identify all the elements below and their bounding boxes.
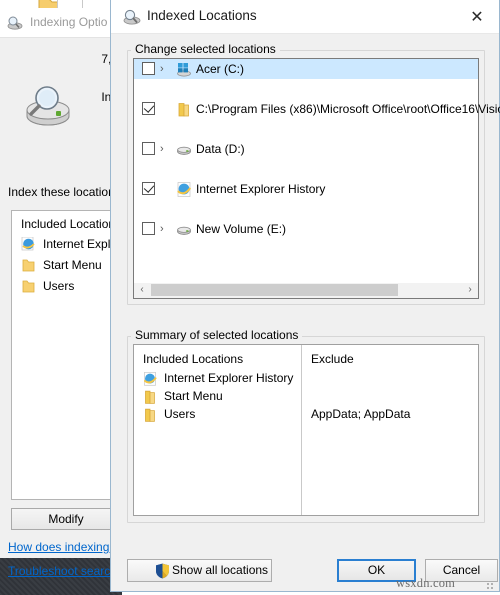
tree-item-checkbox[interactable]: [142, 142, 155, 155]
tree-item-data-d[interactable]: › Data (D:): [134, 139, 478, 159]
tree-item-checkbox[interactable]: [142, 102, 155, 115]
folder-icon: [178, 103, 189, 117]
indexing-options-icon: [123, 9, 141, 25]
folder-icon: [22, 280, 35, 293]
resize-grip-icon: [487, 583, 495, 591]
folder-icon: [145, 390, 155, 404]
summary-location-label: Start Menu: [164, 389, 223, 403]
list-item-label: Start Menu: [43, 258, 102, 272]
folder-icon: [145, 408, 155, 422]
summary-included-header: Included Locations: [143, 352, 244, 366]
internet-explorer-icon: [21, 237, 35, 251]
chevron-right-icon[interactable]: ›: [160, 63, 170, 75]
scroll-right-arrow-icon[interactable]: ›: [462, 283, 478, 297]
summary-location-label: Users: [164, 407, 196, 421]
tree-item-label: Internet Explorer History: [196, 182, 326, 196]
tree-item-checkbox[interactable]: [142, 182, 155, 195]
internet-explorer-icon: [177, 182, 191, 197]
tree-item-checkbox[interactable]: [142, 222, 155, 235]
screen: Indexing Optio 7,6 Ind Index these locat…: [0, 0, 500, 595]
summary-of-selected-locations-group: Summary of selected locations Included L…: [127, 328, 485, 523]
list-item-label: Users: [43, 279, 75, 293]
summary-exclude-header: Exclude: [311, 352, 354, 366]
dialog-title: Indexed Locations: [147, 8, 257, 23]
included-locations-header: Included Locations: [21, 217, 122, 231]
column-divider: [301, 345, 302, 515]
summary-label: Summary of selected locations: [131, 328, 303, 342]
tree-item-checkbox[interactable]: [142, 62, 155, 75]
change-selected-locations-label: Change selected locations: [131, 42, 280, 56]
locations-tree[interactable]: › Acer (C:) C:\Program Files (x86)\Micro…: [133, 58, 500, 299]
tree-item-internet-explorer-history[interactable]: Internet Explorer History: [134, 179, 478, 199]
folder-icon: [22, 259, 35, 272]
scroll-left-arrow-icon[interactable]: ‹: [134, 283, 150, 297]
scrollbar-thumb[interactable]: [151, 284, 398, 296]
close-icon[interactable]: ✕: [455, 0, 499, 33]
system-drive-icon: [177, 63, 191, 77]
modify-button[interactable]: Modify: [11, 508, 121, 530]
tree-item-acer-c[interactable]: › Acer (C:): [134, 59, 478, 79]
indexing-options-body: 7,6 Ind Index these locations Included L…: [0, 38, 123, 578]
drive-icon: [177, 146, 191, 155]
drive-icon: [177, 226, 191, 235]
indexed-locations-dialog: Indexed Locations ✕ Change selected loca…: [110, 0, 500, 592]
summary-location-label: Internet Explorer History: [164, 371, 294, 385]
indexing-options-title: Indexing Optio: [30, 15, 108, 29]
tree-horizontal-scrollbar[interactable]: ‹ ›: [133, 283, 479, 299]
tree-item-label: C:\Program Files (x86)\Microsoft Office\…: [196, 102, 500, 116]
dialog-titlebar: Indexed Locations ✕: [111, 0, 499, 34]
tree-item-new-volume-e[interactable]: › New Volume (E:): [134, 219, 478, 239]
tree-item-label: Data (D:): [196, 142, 245, 156]
internet-explorer-icon: [144, 372, 157, 386]
show-all-locations-button[interactable]: Show all locations: [127, 559, 272, 582]
show-all-locations-label: Show all locations: [172, 563, 269, 577]
chevron-right-icon[interactable]: ›: [160, 143, 170, 155]
indexing-options-window: Indexing Optio 7,6 Ind Index these locat…: [0, 8, 123, 578]
chevron-right-icon[interactable]: ›: [160, 223, 170, 235]
tree-item-label: New Volume (E:): [196, 222, 287, 236]
how-does-indexing-affect-searches-link[interactable]: How does indexing a: [8, 540, 119, 554]
uac-shield-icon: [156, 563, 169, 579]
troubleshoot-search-link[interactable]: Troubleshoot search: [8, 564, 117, 578]
indexing-options-large-icon: [26, 86, 70, 126]
summary-exclude-value: AppData; AppData: [311, 407, 411, 421]
summary-table: Included Locations Exclude Internet Expl…: [133, 344, 479, 516]
change-selected-locations-group: Change selected locations › Acer (C:) C:…: [127, 42, 500, 305]
indexing-options-titlebar: Indexing Optio: [0, 8, 122, 38]
indexing-options-icon: [7, 16, 23, 30]
included-locations-listbox[interactable]: Included Locations Internet Explore Star…: [11, 210, 123, 500]
watermark: wsxdn.com: [396, 576, 456, 590]
tree-item-label: Acer (C:): [196, 62, 244, 76]
tree-item-office-visio-path[interactable]: C:\Program Files (x86)\Microsoft Office\…: [134, 99, 500, 119]
index-these-locations-label: Index these locations: [8, 185, 121, 199]
